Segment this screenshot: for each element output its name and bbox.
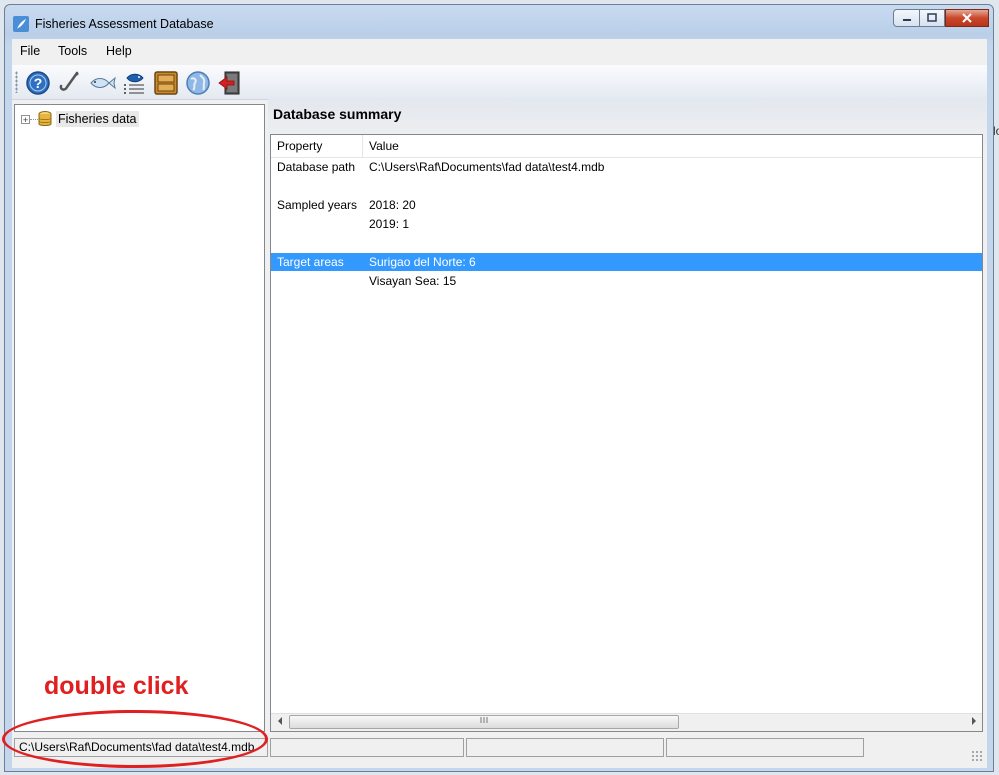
- row-value: Surigao del Norte: 6: [369, 255, 476, 269]
- menu-tools[interactable]: Tools: [58, 44, 87, 58]
- row-value: 2019: 1: [369, 217, 410, 231]
- exit-icon: [218, 71, 240, 95]
- hook-button[interactable]: [56, 69, 84, 97]
- toolbar-grip[interactable]: [15, 71, 18, 93]
- row-property: Database path: [277, 160, 356, 174]
- row-value: C:\Users\Raf\Documents\fad data\test4.md…: [369, 160, 605, 174]
- tree-view[interactable]: + Fisheries data: [14, 104, 265, 732]
- menu-help[interactable]: Help: [106, 44, 132, 58]
- help-button[interactable]: ?: [24, 69, 52, 97]
- scroll-left-button[interactable]: [271, 714, 288, 731]
- table-row[interactable]: 2019: 1: [271, 215, 982, 233]
- scroll-thumb[interactable]: [289, 715, 679, 729]
- status-panel-4: [666, 738, 864, 757]
- summary-panel: Database summary Property Value Database…: [268, 99, 987, 732]
- title-bar[interactable]: Fisheries Assessment Database: [5, 5, 993, 37]
- minimize-icon: [902, 19, 911, 21]
- column-header-value[interactable]: Value: [363, 135, 982, 157]
- table-row[interactable]: [271, 177, 982, 195]
- main-window: Fisheries Assessment Database File Tools…: [4, 4, 994, 772]
- help-icon: ?: [26, 71, 50, 95]
- tree-connector: [30, 118, 38, 120]
- resize-grip[interactable]: [971, 750, 983, 762]
- row-value: Visayan Sea: 15: [369, 274, 457, 288]
- tree-node-fisheries-data[interactable]: + Fisheries data: [21, 111, 139, 127]
- exit-button[interactable]: [216, 69, 244, 97]
- maximize-icon: [927, 13, 937, 22]
- menu-bar: File Tools Help: [12, 39, 987, 63]
- arrow-right-icon: [971, 717, 976, 725]
- arrow-left-icon: [277, 717, 282, 725]
- tree-expand-button[interactable]: +: [21, 114, 30, 124]
- client-area: File Tools Help ? + Fisheries data Datab…: [12, 39, 987, 768]
- row-property: Target areas: [277, 255, 344, 269]
- summary-title: Database summary: [273, 106, 402, 122]
- hook-icon: [59, 71, 79, 91]
- column-header-property[interactable]: Property: [271, 135, 363, 157]
- list-header: Property Value: [271, 135, 982, 158]
- row-property: Sampled years: [277, 198, 358, 212]
- tree-label: Fisheries data: [56, 111, 139, 127]
- status-panel-2: [270, 738, 464, 757]
- window-title: Fisheries Assessment Database: [35, 17, 214, 31]
- minimize-button[interactable]: [893, 9, 919, 27]
- cabinet-icon: [154, 71, 178, 95]
- table-row-selected[interactable]: Target areas Surigao del Norte: 6: [271, 253, 982, 271]
- fish-list-icon: [124, 73, 144, 94]
- grip-lines-icon: [480, 717, 488, 723]
- maximize-button[interactable]: [919, 9, 945, 27]
- fish-button[interactable]: [88, 69, 116, 97]
- row-value: 2018: 20: [369, 198, 416, 212]
- toolbar: ?: [12, 65, 987, 100]
- fish-list-button[interactable]: [120, 69, 148, 97]
- svg-text:?: ?: [34, 75, 43, 91]
- horizontal-scrollbar[interactable]: [271, 713, 982, 731]
- close-button[interactable]: [945, 9, 989, 27]
- close-icon: [962, 13, 972, 23]
- menu-file[interactable]: File: [20, 44, 40, 58]
- status-panel-3: [466, 738, 664, 757]
- app-feather-icon: [13, 16, 29, 32]
- caption-buttons: [893, 9, 989, 29]
- fish-icon: [90, 76, 116, 90]
- globe-button[interactable]: [184, 69, 212, 97]
- summary-list[interactable]: Property Value Database path C:\Users\Ra…: [270, 134, 983, 732]
- table-row[interactable]: Database path C:\Users\Raf\Documents\fad…: [271, 158, 982, 176]
- table-row[interactable]: Visayan Sea: 15: [271, 272, 982, 290]
- cabinet-button[interactable]: [152, 69, 180, 97]
- table-row[interactable]: Sampled years 2018: 20: [271, 196, 982, 214]
- database-icon: [38, 111, 52, 126]
- annotation-ellipse: [2, 710, 268, 768]
- annotation-label: double click: [44, 672, 189, 700]
- table-row[interactable]: [271, 234, 982, 252]
- scroll-right-button[interactable]: [965, 714, 982, 731]
- globe-icon: [186, 71, 210, 95]
